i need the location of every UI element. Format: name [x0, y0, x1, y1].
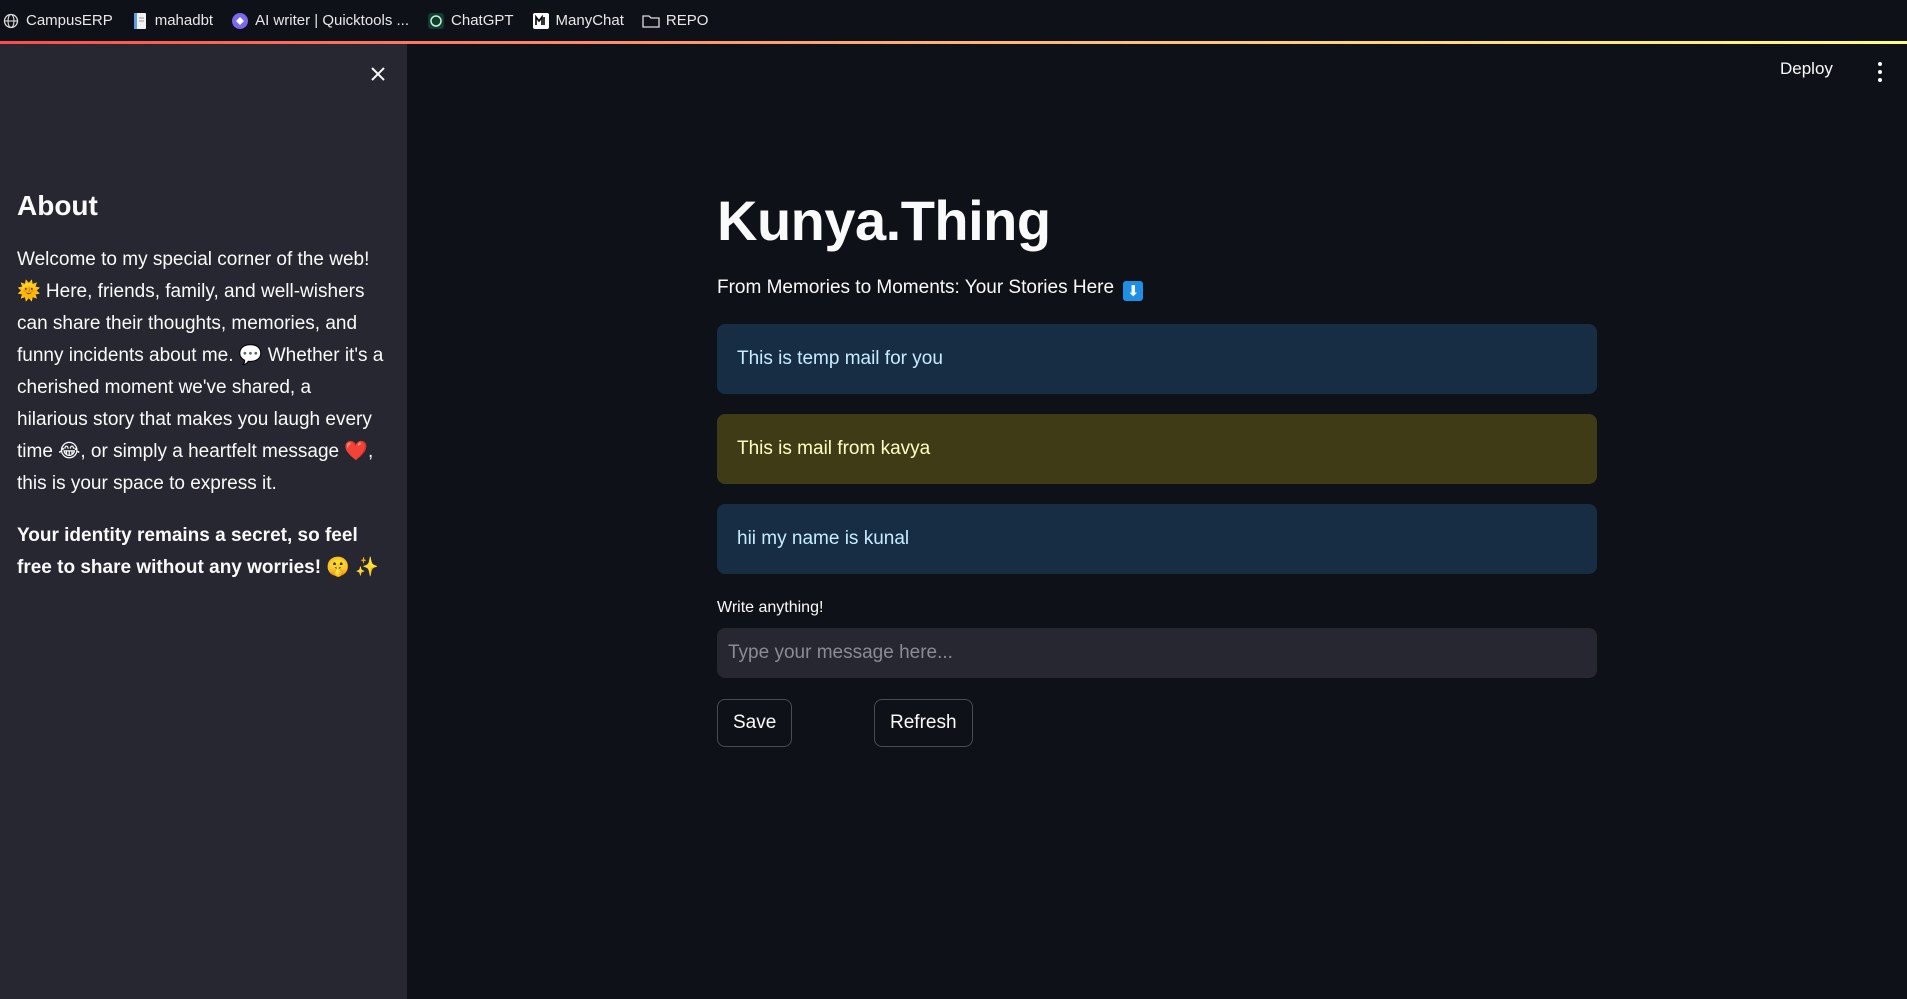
globe-icon: [2, 12, 20, 30]
message-text: This is mail from kavya: [737, 438, 931, 459]
down-arrow-icon: ⬇: [1123, 281, 1144, 301]
chatgpt-icon: [427, 12, 445, 30]
bookmark-quicktools[interactable]: AI writer | Quicktools ...: [231, 12, 409, 30]
bookmark-chatgpt[interactable]: ChatGPT: [427, 12, 514, 30]
bookmarks-bar: CampusERP mahadbt AI writer | Quicktools…: [0, 0, 1907, 41]
page-title: Kunya.Thing: [717, 189, 1051, 252]
sidebar-heading: About: [17, 190, 98, 221]
message-input-label: Write anything!: [717, 599, 824, 616]
page-subtitle: From Memories to Moments: Your Stories H…: [717, 277, 1144, 301]
message-card: hii my name is kunal: [717, 504, 1597, 574]
close-icon: [370, 66, 386, 87]
bookmark-label: AI writer | Quicktools ...: [255, 12, 410, 29]
main-menu-icon[interactable]: [1870, 60, 1890, 84]
bookmark-label: REPO: [665, 12, 709, 29]
folder-icon: [642, 12, 660, 30]
refresh-button[interactable]: Refresh: [874, 699, 973, 747]
subtitle-text: From Memories to Moments: Your Stories H…: [717, 277, 1115, 298]
sidebar: About Welcome to my special corner of th…: [0, 44, 407, 999]
identity-note: Your identity remains a secret, so feel …: [17, 525, 379, 578]
bookmark-repo[interactable]: REPO: [642, 12, 709, 30]
about-text: Welcome to my special corner of the web!…: [17, 249, 384, 494]
message-text: This is temp mail for you: [737, 348, 943, 369]
message-card: This is temp mail for you: [717, 324, 1597, 394]
message-text: hii my name is kunal: [737, 528, 910, 549]
message-input[interactable]: [717, 628, 1597, 678]
bookmark-label: CampusERP: [26, 12, 113, 29]
close-sidebar-button[interactable]: [362, 60, 394, 92]
bookmark-campuserp[interactable]: CampusERP: [2, 12, 113, 30]
bookmark-label: ManyChat: [555, 12, 624, 29]
bookmark-label: mahadbt: [154, 12, 214, 29]
bookmark-manychat[interactable]: ManyChat: [532, 12, 624, 30]
bookmark-label: ChatGPT: [451, 12, 514, 29]
deploy-button[interactable]: Deploy: [1780, 59, 1833, 79]
document-icon: [131, 12, 149, 30]
message-card: This is mail from kavya: [717, 414, 1597, 484]
quicktools-icon: [231, 12, 249, 30]
save-button[interactable]: Save: [717, 699, 793, 747]
bookmark-mahadbt[interactable]: mahadbt: [131, 12, 213, 30]
manychat-icon: [532, 12, 550, 30]
